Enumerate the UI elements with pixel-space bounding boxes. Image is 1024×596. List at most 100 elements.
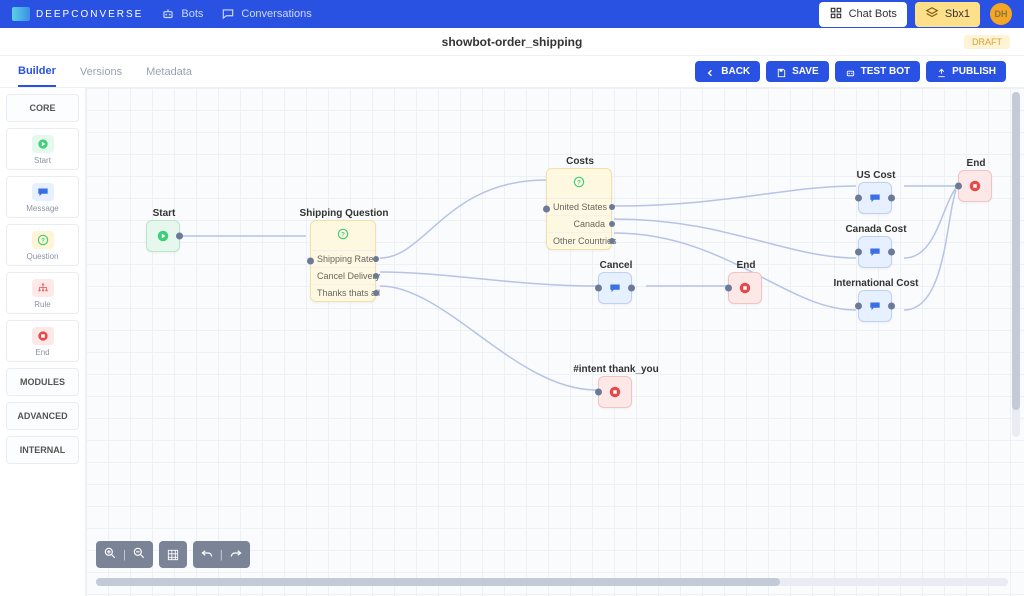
arrow-left-icon [705,66,716,77]
grid-toggle[interactable] [159,541,187,568]
costs-opt-canada[interactable]: Canada [547,216,611,233]
workspace-selector[interactable]: Sbx1 [915,2,980,27]
palette-item-start[interactable]: Start [6,128,79,170]
undo-redo: | [193,541,250,568]
question-icon: ? [32,231,54,249]
palette-item-message[interactable]: Message [6,176,79,218]
node-end2[interactable] [958,170,992,202]
palette-item-question[interactable]: ? Question [6,224,79,266]
robot-icon [845,66,856,77]
save-button[interactable]: SAVE [766,61,829,82]
node-costs[interactable]: ? United States Canada Other Countries [546,168,612,250]
palette-item-end[interactable]: End [6,320,79,362]
workspace-label: Sbx1 [945,8,970,20]
topbar: DEEPCONVERSE Bots Conversations Chat Bot… [0,0,1024,28]
question-icon: ? [547,169,611,198]
palette-section-internal[interactable]: INTERNAL [6,436,79,464]
node-costs-label: Costs [566,156,594,167]
user-avatar[interactable]: DH [990,3,1012,25]
svg-text:?: ? [341,231,345,238]
node-start[interactable] [146,220,180,252]
svg-text:?: ? [41,237,45,244]
zoom-out-button[interactable] [132,546,146,563]
canvas-toolbar: | | [96,541,250,568]
chat-bots-button[interactable]: Chat Bots [819,2,907,27]
stop-icon [738,281,752,295]
node-thank-label: #intent thank_you [573,364,659,375]
node-shipping-question[interactable]: ? Shipping Rates Cancel Delivery Thanks … [310,220,376,302]
redo-button[interactable] [229,546,243,563]
palette-section-core[interactable]: CORE [6,94,79,122]
node-start-label: Start [153,208,176,219]
test-label: TEST BOT [861,66,910,77]
brand-name: DEEPCONVERSE [36,9,143,20]
palette-section-advanced[interactable]: ADVANCED [6,402,79,430]
publish-label: PUBLISH [952,66,996,77]
node-shipping-q-label: Shipping Question [300,208,389,219]
brand-logo[interactable]: DEEPCONVERSE [12,7,143,21]
grid-icon [166,548,180,562]
message-icon [868,245,882,259]
message-icon [868,299,882,313]
palette-end-label: End [35,348,49,357]
vertical-scrollbar[interactable] [1012,92,1020,437]
stop-icon [32,327,54,345]
stop-icon [968,179,982,193]
zoom-in-button[interactable] [103,546,117,563]
toolbar: Builder Versions Metadata BACK SAVE TEST… [0,56,1024,88]
main: CORE Start Message ? Question Rule End M… [0,88,1024,596]
upload-icon [936,66,947,77]
node-cacost-label: Canada Cost [845,224,906,235]
node-cancel[interactable] [598,272,632,304]
node-uscost-label: US Cost [857,170,896,181]
stop-icon [608,385,622,399]
shipping-opt-thanks[interactable]: Thanks thats all [311,285,375,301]
nav-conversations-label: Conversations [241,8,311,20]
nav-bots[interactable]: Bots [161,7,203,21]
publish-button[interactable]: PUBLISH [926,61,1006,82]
nav-bots-label: Bots [181,8,203,20]
shipping-opt-cancel[interactable]: Cancel Delivery [311,268,375,285]
node-end1[interactable] [728,272,762,304]
palette-section-modules[interactable]: MODULES [6,368,79,396]
rule-icon [32,279,54,297]
wires [86,88,1024,596]
canvas[interactable]: Start Shipping Question ? Shipping Rates… [86,88,1024,596]
palette-start-label: Start [34,156,51,165]
nav-conversations[interactable]: Conversations [221,7,311,21]
node-us-cost[interactable] [858,182,892,214]
costs-opt-other[interactable]: Other Countries [547,233,611,249]
canvas-wrap[interactable]: Start Shipping Question ? Shipping Rates… [86,88,1024,596]
svg-text:?: ? [577,179,581,186]
node-thank-you[interactable] [598,376,632,408]
node-canada-cost[interactable] [858,236,892,268]
status-badge: DRAFT [964,35,1010,49]
shipping-opt-rates[interactable]: Shipping Rates [311,251,375,268]
back-label: BACK [721,66,750,77]
node-intl-cost[interactable] [858,290,892,322]
layers-icon [925,6,939,23]
zoom-controls: | [96,541,153,568]
costs-opt-us[interactable]: United States [547,199,611,216]
node-cancel-label: Cancel [600,260,633,271]
logo-mark-icon [12,7,30,21]
chat-icon [221,7,235,21]
tab-metadata[interactable]: Metadata [146,58,192,86]
horizontal-scrollbar[interactable] [96,578,1008,586]
palette: CORE Start Message ? Question Rule End M… [0,88,86,596]
palette-message-label: Message [26,204,58,213]
grid-icon [829,6,843,23]
chat-bots-label: Chat Bots [849,8,897,20]
test-bot-button[interactable]: TEST BOT [835,61,920,82]
back-button[interactable]: BACK [695,61,760,82]
palette-question-label: Question [26,252,58,261]
titlebar: showbot-order_shipping DRAFT [0,28,1024,56]
question-icon: ? [311,221,375,250]
palette-item-rule[interactable]: Rule [6,272,79,314]
tab-builder[interactable]: Builder [18,57,56,87]
message-icon [868,191,882,205]
tab-versions[interactable]: Versions [80,58,122,86]
page-title: showbot-order_shipping [442,35,583,49]
message-icon [32,183,54,201]
undo-button[interactable] [200,546,214,563]
